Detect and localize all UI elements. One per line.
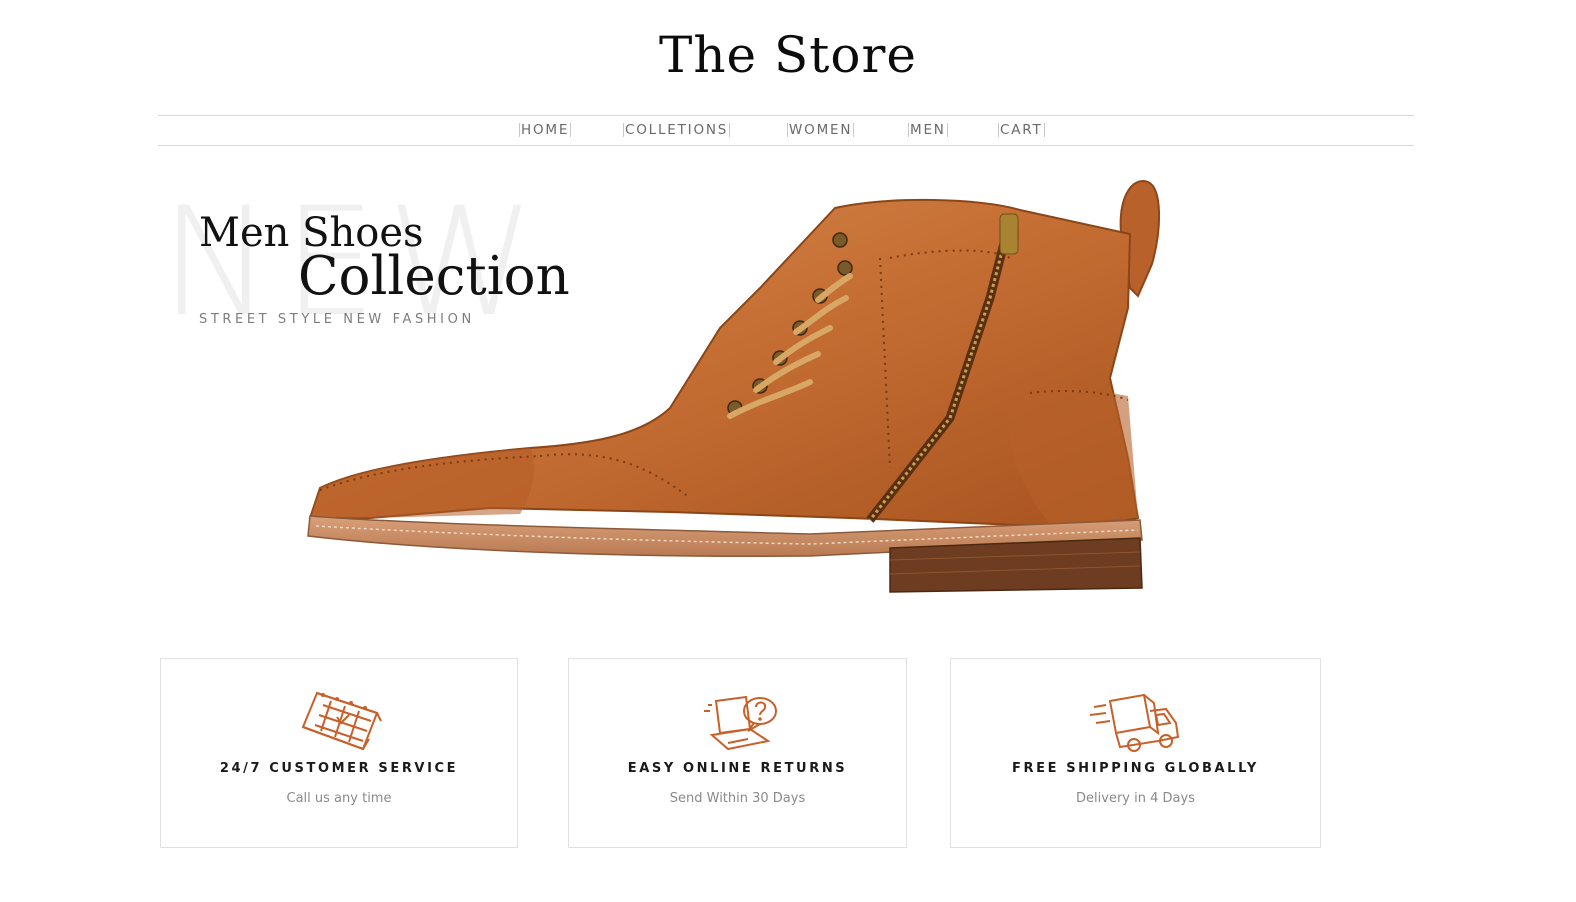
delivery-truck-icon <box>1089 693 1179 752</box>
feature-card-customer-service: 24/7 CUSTOMER SERVICE Call us any time <box>160 658 518 848</box>
site-title[interactable]: The Store <box>0 26 1576 84</box>
feature-subtitle: Call us any time <box>286 791 392 806</box>
nav-women[interactable]: WOMEN <box>787 123 855 137</box>
feature-title: FREE SHIPPING GLOBALLY <box>1012 761 1259 776</box>
nav-collections[interactable]: COLLETIONS <box>623 123 731 137</box>
feature-title: 24/7 CUSTOMER SERVICE <box>219 761 459 776</box>
calendar-icon <box>301 691 382 751</box>
feature-subtitle: Send Within 30 Days <box>669 791 806 806</box>
nav-home[interactable]: HOME <box>519 123 572 137</box>
nav-men[interactable]: MEN <box>908 123 948 137</box>
laptop-chat-icon <box>703 695 777 751</box>
feature-subtitle: Delivery in 4 Days <box>1076 791 1195 806</box>
boot-image[interactable] <box>290 168 1170 608</box>
feature-card-online-returns: EASY ONLINE RETURNS Send Within 30 Days <box>568 658 907 848</box>
feature-card-free-shipping: FREE SHIPPING GLOBALLY Delivery in 4 Day… <box>950 658 1321 848</box>
feature-title: EASY ONLINE RETURNS <box>627 761 848 776</box>
nav-cart[interactable]: CART <box>998 123 1045 137</box>
main-nav: HOME COLLETIONS WOMEN MEN CART <box>158 115 1414 146</box>
